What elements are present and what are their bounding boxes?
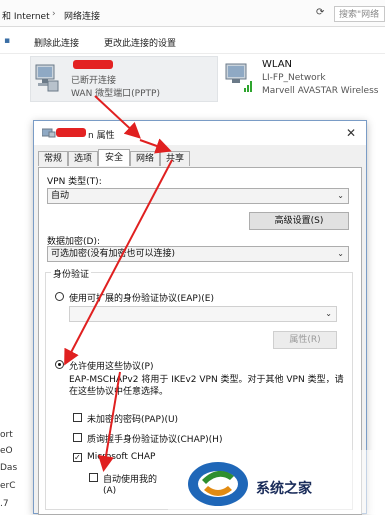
advanced-settings-button[interactable]: 高级设置(S) — [249, 212, 349, 230]
chap-checkbox[interactable] — [73, 433, 82, 442]
wlan-adapter-card[interactable]: WLAN LI-FP_Network Marvell AVASTAR Wirel… — [222, 56, 385, 100]
tab-security[interactable]: 安全 — [98, 149, 130, 166]
network-adapter-icon — [35, 64, 59, 92]
chevron-down-icon: ⌄ — [337, 191, 344, 200]
close-button[interactable]: ✕ — [342, 124, 360, 142]
auto-credentials-suffix: (A) — [103, 486, 117, 496]
left-fragment: Das — [0, 463, 18, 473]
eap-note: EAP-MSCHAPv2 将用于 IKEv2 VPN 类型。对于其他 VPN 类… — [69, 375, 344, 397]
left-fragment: eO — [0, 446, 13, 456]
vpn-device: WAN 微型端口(PPTP) — [71, 89, 160, 99]
command-bar: ▪ 删除此连接 更改此连接的设置 — [0, 27, 385, 54]
vpn-type-label: VPN 类型(T): — [47, 177, 102, 187]
left-fragment: ort — [0, 430, 13, 440]
wlan-adapter-icon — [225, 63, 252, 92]
chevron-down-icon: ⌄ — [325, 309, 332, 318]
redacted-connection-name — [73, 60, 113, 69]
vpn-status: 已断开连接 — [71, 76, 117, 86]
eap-radio-label[interactable]: 使用可扩展的身份验证协议(EAP)(E) — [69, 291, 214, 304]
eap-properties-button[interactable]: 属性(R) — [273, 331, 337, 349]
change-connection-settings-button[interactable]: 更改此连接的设置 — [104, 36, 176, 49]
chap-label[interactable]: 质询握手身份验证协议(CHAP)(H) — [87, 432, 222, 445]
chevron-down-icon: ⌄ — [337, 249, 344, 258]
breadcrumb-network-internet[interactable]: 和 Internet — [2, 9, 50, 22]
search-input[interactable]: 搜索"网络 — [334, 6, 385, 22]
mschap-label[interactable]: Microsoft CHAP — [87, 452, 155, 462]
vpn-type-value: 自动 — [51, 191, 70, 201]
redacted-title — [56, 128, 86, 137]
delete-connection-button[interactable]: 删除此连接 — [34, 36, 79, 49]
breadcrumb-network-connections[interactable]: 网络连接 — [64, 9, 100, 22]
wlan-name: WLAN — [262, 59, 293, 70]
auto-credentials-checkbox[interactable] — [89, 473, 98, 482]
breadcrumb-separator-icon: › — [52, 9, 56, 19]
vpn-type-select[interactable]: 自动 ⌄ — [47, 188, 349, 204]
vpn-adapter-card[interactable]: 已断开连接 WAN 微型端口(PPTP) — [30, 56, 218, 102]
allow-protocols-radio[interactable] — [55, 360, 64, 369]
address-bar: 和 Internet › 网络连接 ⟳ 搜索"网络 — [0, 0, 385, 27]
mschap-checkbox[interactable] — [73, 453, 82, 462]
tab-general[interactable]: 常规 — [38, 151, 68, 166]
wlan-device: Marvell AVASTAR Wireless — [262, 86, 379, 96]
left-fragment: erC — [0, 481, 16, 491]
pap-checkbox[interactable] — [73, 413, 82, 422]
encryption-value: 可选加密(没有加密也可以连接) — [51, 249, 176, 259]
allow-protocols-label[interactable]: 允许使用这些协议(P) — [69, 359, 153, 372]
encryption-select[interactable]: 可选加密(没有加密也可以连接) ⌄ — [47, 246, 349, 262]
tab-options[interactable]: 选项 — [68, 151, 98, 166]
eap-method-select[interactable]: ⌄ — [69, 306, 337, 322]
tab-networking[interactable]: 网络 — [130, 151, 160, 166]
wlan-network: LI-FP_Network — [262, 73, 326, 83]
network-icon — [42, 128, 56, 138]
auto-credentials-label[interactable]: 自动使用我的 — [103, 472, 157, 485]
dialog-titlebar[interactable]: n 属性 ✕ — [34, 121, 366, 145]
pap-label[interactable]: 未加密的密码(PAP)(U) — [87, 412, 178, 425]
authentication-group-label: 身份验证 — [51, 267, 92, 280]
refresh-icon[interactable]: ⟳ — [316, 7, 324, 18]
eap-radio[interactable] — [55, 292, 64, 301]
dialog-title: n 属性 — [88, 131, 115, 141]
watermark-text: 系统之家 — [256, 481, 312, 497]
left-fragment: .7 — [0, 499, 9, 509]
tab-sharing[interactable]: 共享 — [160, 151, 190, 166]
command-icon: ▪ — [4, 36, 11, 46]
